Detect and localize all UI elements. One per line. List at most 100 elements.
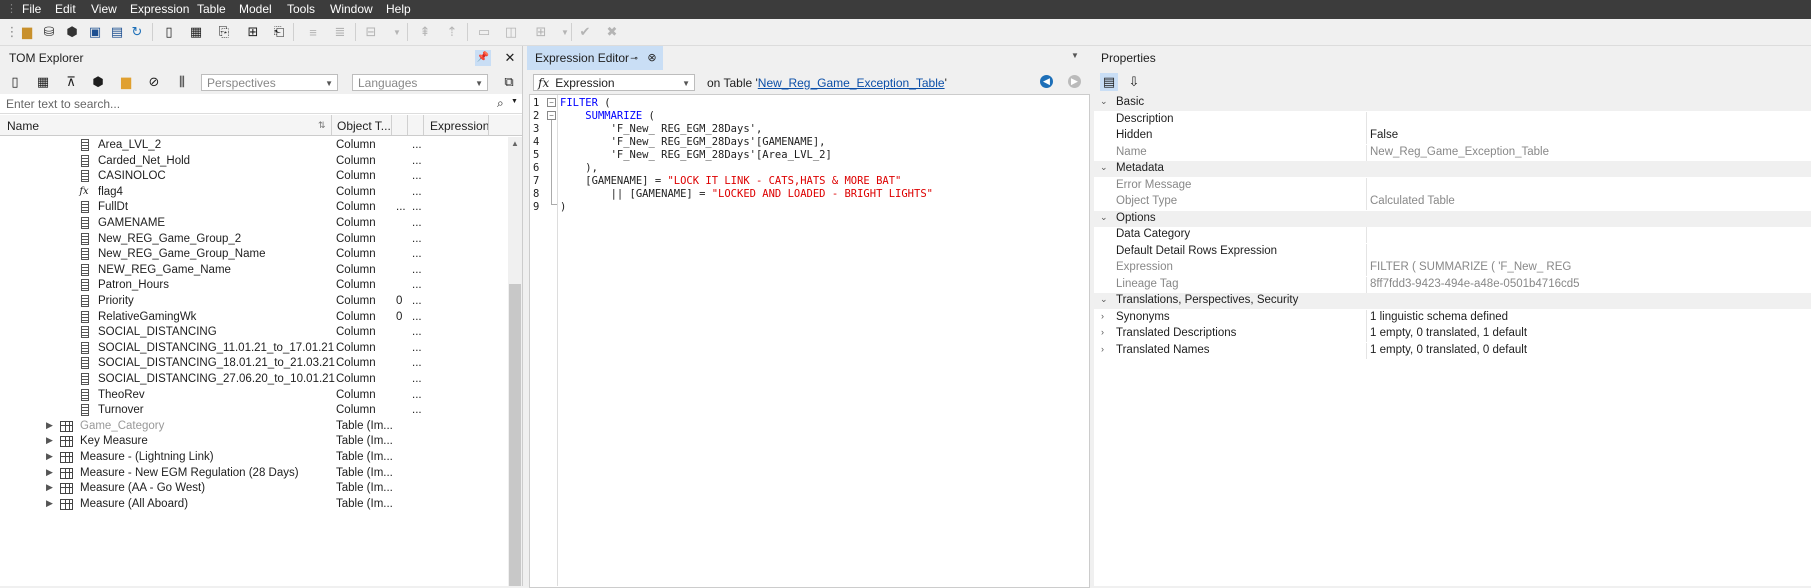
on-table-link[interactable]: New_Reg_Game_Exception_Table [758, 76, 945, 90]
tree-row-ellipsis[interactable]: ... [412, 311, 422, 323]
column-divider[interactable] [488, 115, 489, 135]
property-value[interactable]: Calculated Table [1370, 195, 1810, 207]
tree-table-row[interactable]: ▶ Measure (All Aboard) Table (Im... [0, 497, 508, 512]
property-row[interactable]: › Translated Names 1 empty, 0 translated, … [1094, 342, 1811, 359]
code-editor[interactable] [529, 94, 1090, 588]
tree-table-row[interactable]: ▶ Game_Category Table (Im... [0, 419, 508, 434]
tab-expression-editor[interactable]: Expression Editor ⊸ ⊗ [527, 46, 663, 70]
open-model-icon[interactable]: ⬢ [63, 23, 81, 41]
tree-table-row[interactable]: ▶ Key Measure Table (Im... [0, 434, 508, 449]
tree-row-ellipsis[interactable]: ... [412, 357, 422, 369]
tree-row-ellipsis[interactable]: ... [412, 170, 422, 182]
tree-row-ellipsis[interactable]: ... [412, 389, 422, 401]
tree-column-row[interactable]: Turnover Column... [0, 403, 508, 418]
chevron-down-icon[interactable]: ▼ [388, 23, 406, 41]
perspectives-dropdown[interactable]: Perspectives ▼ [201, 74, 338, 91]
property-category[interactable]: ⌄ Basic [1094, 95, 1811, 111]
search-input[interactable]: Enter text to search... [6, 97, 120, 111]
collapse-arrow-icon[interactable]: ⌄ [1100, 212, 1108, 223]
deploy-icon[interactable]: ⎘ [215, 23, 233, 41]
show-hidden-icon[interactable]: ⊘ [145, 73, 163, 91]
document-icon[interactable]: ▯ [160, 23, 178, 41]
scroll-up-icon[interactable]: ▲ [511, 139, 519, 148]
tree-row-ellipsis[interactable]: ... [412, 373, 422, 385]
property-category[interactable]: ⌄ Metadata [1094, 161, 1811, 177]
chevron-down-icon[interactable]: ▼ [511, 98, 518, 105]
tree-row-ellipsis[interactable]: ... [412, 279, 422, 291]
tree-column-row[interactable]: TheoRev Column... [0, 388, 508, 403]
expand-arrow-icon[interactable]: › [1101, 344, 1104, 354]
property-row[interactable]: Error Message [1094, 177, 1811, 194]
tree-row-ellipsis[interactable]: ... [412, 155, 422, 167]
fold-toggle-icon[interactable]: − [547, 111, 556, 120]
tree-column-row[interactable]: Priority Column 0... [0, 294, 508, 309]
save-icon[interactable]: ▣ [86, 23, 104, 41]
property-row[interactable]: Default Detail Rows Expression [1094, 243, 1811, 260]
show-columns-icon[interactable]: ▦ [34, 73, 52, 91]
tree-table-row[interactable]: ▶ Measure - New EGM Regulation (28 Days) T… [0, 466, 508, 481]
menu-window[interactable]: Window [330, 2, 373, 16]
refresh-icon[interactable]: ↻ [128, 23, 146, 41]
menu-expression[interactable]: Expression [130, 2, 189, 16]
script-icon[interactable]: ⎗ [270, 23, 288, 41]
tree-row-ellipsis[interactable]: ... [412, 186, 422, 198]
tree-column-row[interactable]: SOCIAL_DISTANCING_18.01.21_to_21.03.21 Co… [0, 356, 508, 371]
tree-column-row[interactable]: NEW_REG_Game_Name Column... [0, 263, 508, 278]
tree-row-ellipsis[interactable]: ... [412, 201, 422, 213]
property-row[interactable]: › Synonyms 1 linguistic schema defined [1094, 309, 1811, 326]
expand-arrow-icon[interactable]: ▶ [46, 498, 53, 509]
tree-column-row[interactable]: New_REG_Game_Group_2 Column... [0, 232, 508, 247]
expand-arrow-icon[interactable]: › [1101, 311, 1104, 321]
tree-column-row[interactable]: SOCIAL_DISTANCING Column... [0, 325, 508, 340]
open-file-icon[interactable]: ⛁ [40, 23, 58, 41]
tree-row-ellipsis[interactable]: ... [412, 404, 422, 416]
expand-arrow-icon[interactable]: › [1101, 327, 1104, 337]
menu-tools[interactable]: Tools [287, 2, 315, 16]
expand-arrow-icon[interactable]: ▶ [46, 482, 53, 493]
expand-arrow-icon[interactable]: ▶ [46, 435, 53, 446]
tree-column-row[interactable]: GAMENAME Column... [0, 216, 508, 231]
close-icon[interactable]: ⊗ [644, 50, 660, 66]
expand-arrow-icon[interactable]: ▶ [46, 451, 53, 462]
property-row[interactable]: Object Type Calculated Table [1094, 194, 1811, 210]
tree-row-ellipsis[interactable]: ... [412, 139, 422, 151]
property-value[interactable]: 1 empty, 0 translated, 1 default [1370, 327, 1810, 339]
tree-row-ellipsis[interactable]: ... [412, 248, 422, 260]
open-folder-icon[interactable]: ▆ [18, 23, 36, 41]
expand-arrow-icon[interactable]: ▶ [46, 420, 53, 431]
chevron-down-icon[interactable]: ▼ [1071, 51, 1079, 60]
column-header-name[interactable]: Name [7, 119, 39, 133]
tree-column-row[interactable]: fx flag4 Column... [0, 185, 508, 200]
tree-table-row[interactable]: ▶ Measure (AA - Go West) Table (Im... [0, 481, 508, 496]
property-row[interactable]: Name New_Reg_Game_Exception_Table [1094, 144, 1811, 161]
tom-search-box[interactable]: Enter text to search... ⌕ ▼ [0, 95, 522, 114]
tree-column-row[interactable]: FullDt Column...... [0, 200, 508, 215]
property-value[interactable]: 1 linguistic schema defined [1370, 311, 1810, 323]
tree-column-row[interactable]: SOCIAL_DISTANCING_11.01.21_to_17.01.21 Co… [0, 341, 508, 356]
copy-icon[interactable]: ⧉ [500, 73, 518, 91]
property-category[interactable]: ⌄ Options [1094, 210, 1811, 227]
show-folders-icon[interactable]: ▆ [117, 73, 135, 91]
tree-column-row[interactable]: Carded_Net_Hold Column... [0, 154, 508, 169]
tree-column-row[interactable]: Area_LVL_2 Column... [0, 138, 508, 153]
property-value[interactable]: New_Reg_Game_Exception_Table [1370, 146, 1810, 158]
tree-row-ellipsis[interactable]: ... [412, 217, 422, 229]
menu-table[interactable]: Table [197, 2, 226, 16]
tree-table-row[interactable]: ▶ Measure - (Lightning Link) Table (Im... [0, 450, 508, 465]
show-columns-view-icon[interactable]: ⫼ [173, 73, 191, 91]
column-divider[interactable] [407, 115, 408, 135]
tree-row-ellipsis[interactable]: ... [412, 264, 422, 276]
property-row[interactable]: Expression FILTER ( SUMMARIZE ( 'F_New_ R… [1094, 260, 1811, 276]
tree-scrollbar-thumb[interactable] [509, 284, 521, 586]
back-arrow-icon[interactable]: ◀ [1040, 75, 1053, 88]
column-divider[interactable] [391, 115, 392, 135]
tree-column-row[interactable]: RelativeGamingWk Column 0... [0, 310, 508, 325]
alphabetical-sort-icon[interactable]: ⇩ [1125, 73, 1143, 91]
search-icon[interactable]: ⌕ [497, 96, 504, 111]
pin-icon[interactable]: 📌 [475, 50, 491, 66]
property-row[interactable]: Description [1094, 111, 1811, 128]
property-row[interactable]: Lineage Tag 8ff7fdd3-9423-494e-a48e-0501b… [1094, 276, 1811, 293]
move-top-icon[interactable]: ⇡ [443, 23, 461, 41]
column-divider[interactable] [423, 115, 424, 135]
hierarchy-icon[interactable]: ⊞ [244, 23, 262, 41]
